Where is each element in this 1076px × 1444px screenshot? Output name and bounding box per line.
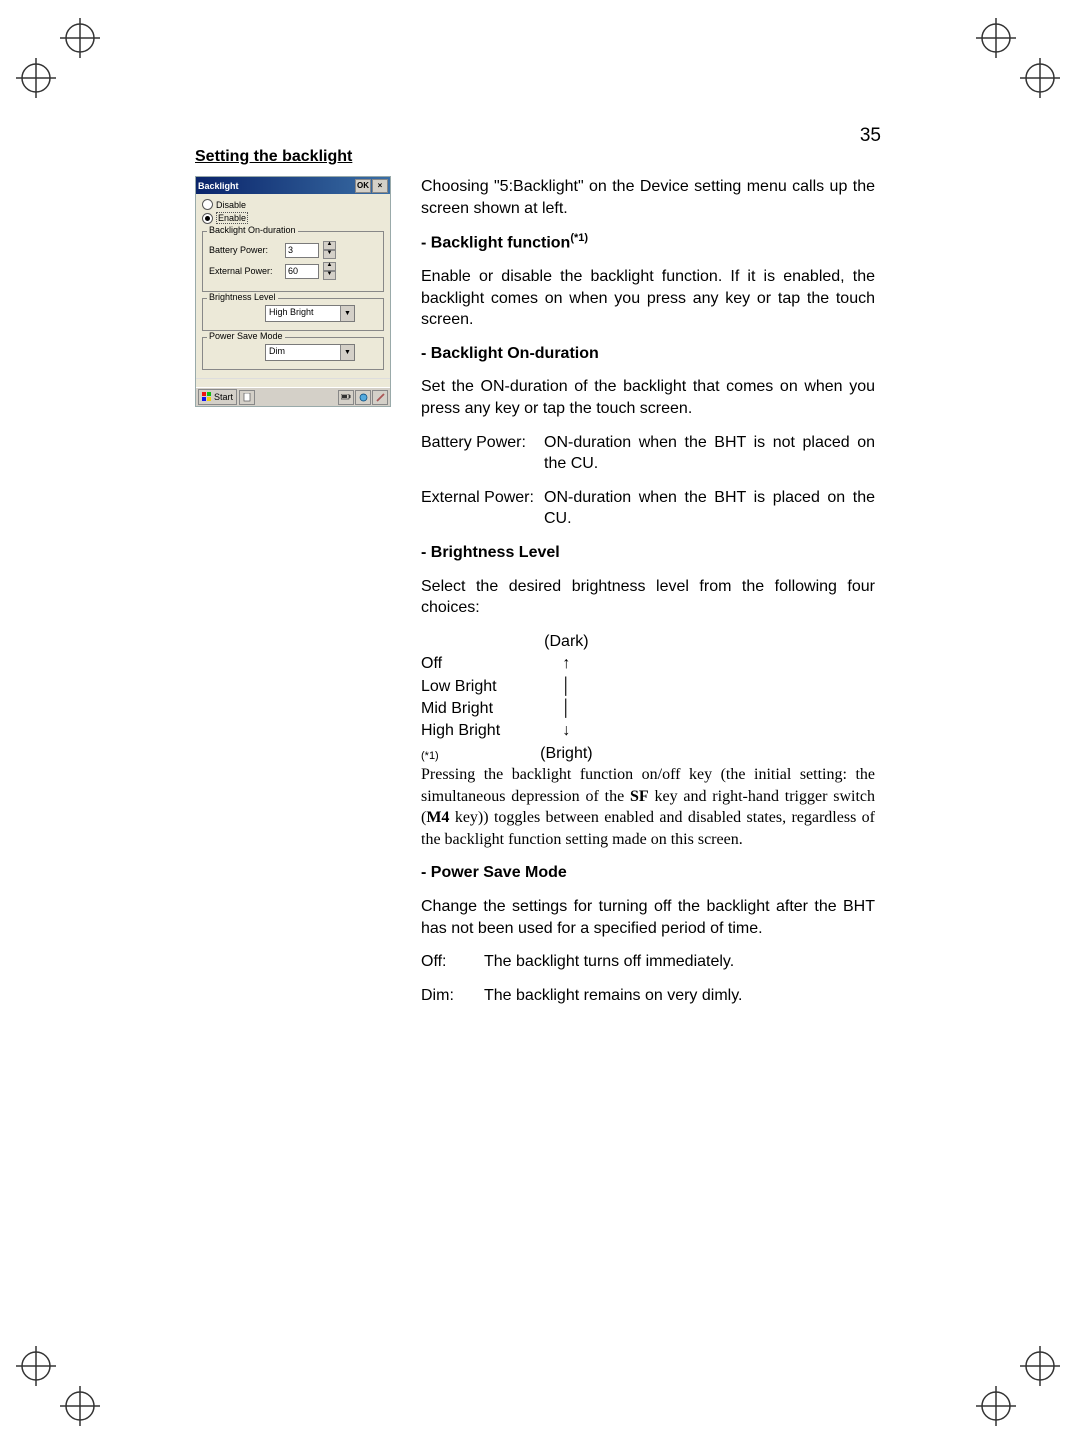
group-legend: Backlight On-duration bbox=[207, 225, 298, 235]
spin-up-icon: ▲ bbox=[323, 241, 336, 250]
definition-label: Dim: bbox=[421, 985, 476, 1007]
brightness-heading: - Brightness Level bbox=[421, 542, 875, 564]
backlight-function-paragraph: Enable or disable the backlight function… bbox=[421, 266, 875, 331]
brightness-level-group: Brightness Level High Bright ▼ bbox=[202, 298, 384, 331]
crop-mark-icon bbox=[1020, 1346, 1060, 1386]
external-power-spinner[interactable]: ▲ ▼ bbox=[323, 262, 336, 280]
power-save-heading: - Power Save Mode bbox=[421, 862, 875, 884]
group-legend: Brightness Level bbox=[207, 292, 278, 302]
crop-mark-icon bbox=[60, 1386, 100, 1426]
chevron-down-icon: ▼ bbox=[340, 345, 354, 360]
on-duration-paragraph: Set the ON-duration of the backlight tha… bbox=[421, 376, 875, 419]
battery-tray-icon[interactable] bbox=[338, 390, 354, 405]
arrow-pipe-icon: │ bbox=[540, 676, 592, 698]
backlight-on-duration-group: Backlight On-duration Battery Power: 3 ▲… bbox=[202, 231, 384, 292]
taskbar: Start bbox=[196, 387, 390, 406]
dropdown-value: Dim bbox=[266, 345, 340, 360]
spin-down-icon: ▼ bbox=[323, 250, 336, 259]
backlight-screenshot: Backlight OK × Disable Enable Backlight … bbox=[195, 176, 391, 407]
definition-body: ON-duration when the BHT is not placed o… bbox=[544, 432, 875, 475]
spin-up-icon: ▲ bbox=[323, 262, 336, 271]
section-title: Setting the backlight bbox=[195, 148, 875, 166]
dropdown-value: High Bright bbox=[266, 306, 340, 321]
crop-mark-icon bbox=[16, 1346, 56, 1386]
battery-icon bbox=[341, 394, 351, 400]
arrow-up-icon: ↑ bbox=[540, 653, 592, 675]
crop-mark-icon bbox=[16, 58, 56, 98]
enable-radio-row[interactable]: Enable bbox=[202, 211, 384, 225]
on-duration-heading: - Backlight On-duration bbox=[421, 343, 875, 365]
arrow-pipe-icon: │ bbox=[540, 698, 592, 720]
definition-body: The backlight remains on very dimly. bbox=[484, 985, 875, 1007]
windows-flag-icon bbox=[202, 392, 212, 402]
intro-paragraph: Choosing "5:Backlight" on the Device set… bbox=[421, 176, 875, 219]
battery-power-input[interactable]: 3 bbox=[285, 243, 319, 258]
choice-high: High Bright bbox=[421, 720, 500, 742]
definition-body: ON-duration when the BHT is placed on th… bbox=[544, 487, 875, 530]
brightness-paragraph: Select the desired brightness level from… bbox=[421, 576, 875, 619]
definition-label: Battery Power: bbox=[421, 432, 536, 475]
start-button[interactable]: Start bbox=[198, 389, 237, 405]
footnote-paragraph: Pressing the backlight function on/off k… bbox=[421, 764, 875, 850]
radio-icon bbox=[202, 213, 213, 224]
input-tray-icon[interactable] bbox=[372, 390, 388, 405]
label-dark: (Dark) bbox=[540, 631, 592, 653]
document-icon bbox=[243, 393, 252, 402]
enable-label: Enable bbox=[216, 212, 248, 224]
battery-power-label: Battery Power: bbox=[209, 245, 281, 255]
page-number: 35 bbox=[860, 125, 881, 147]
choice-mid: Mid Bright bbox=[421, 698, 500, 720]
spin-down-icon: ▼ bbox=[323, 271, 336, 280]
disable-label: Disable bbox=[216, 200, 246, 210]
power-save-mode-group: Power Save Mode Dim ▼ bbox=[202, 337, 384, 370]
choice-off: Off bbox=[421, 653, 500, 675]
crop-mark-icon bbox=[60, 18, 100, 58]
arrow-down-icon: ↓ bbox=[540, 720, 592, 742]
group-legend: Power Save Mode bbox=[207, 331, 285, 341]
crop-mark-icon bbox=[976, 1386, 1016, 1426]
disable-radio-row[interactable]: Disable bbox=[202, 198, 384, 211]
dim-definition: Dim: The backlight remains on very dimly… bbox=[421, 985, 875, 1007]
network-tray-icon[interactable] bbox=[355, 390, 371, 405]
choice-low: Low Bright bbox=[421, 676, 500, 698]
backlight-function-heading: - Backlight function(*1) bbox=[421, 231, 875, 254]
external-power-input[interactable]: 60 bbox=[285, 264, 319, 279]
globe-icon bbox=[359, 393, 368, 402]
brightness-choices-table: Off Low Bright Mid Bright High Bright (D… bbox=[421, 631, 875, 765]
window-titlebar: Backlight OK × bbox=[196, 177, 390, 194]
taskbar-app-icon[interactable] bbox=[239, 390, 255, 405]
definition-label: External Power: bbox=[421, 487, 536, 530]
window-title: Backlight bbox=[198, 181, 354, 191]
label-bright: (Bright) bbox=[540, 743, 592, 765]
start-label: Start bbox=[214, 392, 233, 402]
ok-button[interactable]: OK bbox=[355, 179, 371, 193]
powersave-dropdown[interactable]: Dim ▼ bbox=[265, 344, 355, 361]
battery-power-spinner[interactable]: ▲ ▼ bbox=[323, 241, 336, 259]
pen-icon bbox=[376, 393, 385, 402]
definition-body: The backlight turns off immediately. bbox=[484, 951, 875, 973]
battery-power-definition: Battery Power: ON-duration when the BHT … bbox=[421, 432, 875, 475]
radio-icon bbox=[202, 199, 213, 210]
definition-label: Off: bbox=[421, 951, 476, 973]
external-power-label: External Power: bbox=[209, 266, 281, 276]
chevron-down-icon: ▼ bbox=[340, 306, 354, 321]
off-definition: Off: The backlight turns off immediately… bbox=[421, 951, 875, 973]
brightness-dropdown[interactable]: High Bright ▼ bbox=[265, 305, 355, 322]
external-power-definition: External Power: ON-duration when the BHT… bbox=[421, 487, 875, 530]
close-button[interactable]: × bbox=[372, 179, 388, 193]
crop-mark-icon bbox=[1020, 58, 1060, 98]
power-save-paragraph: Change the settings for turning off the … bbox=[421, 896, 875, 939]
crop-mark-icon bbox=[976, 18, 1016, 58]
